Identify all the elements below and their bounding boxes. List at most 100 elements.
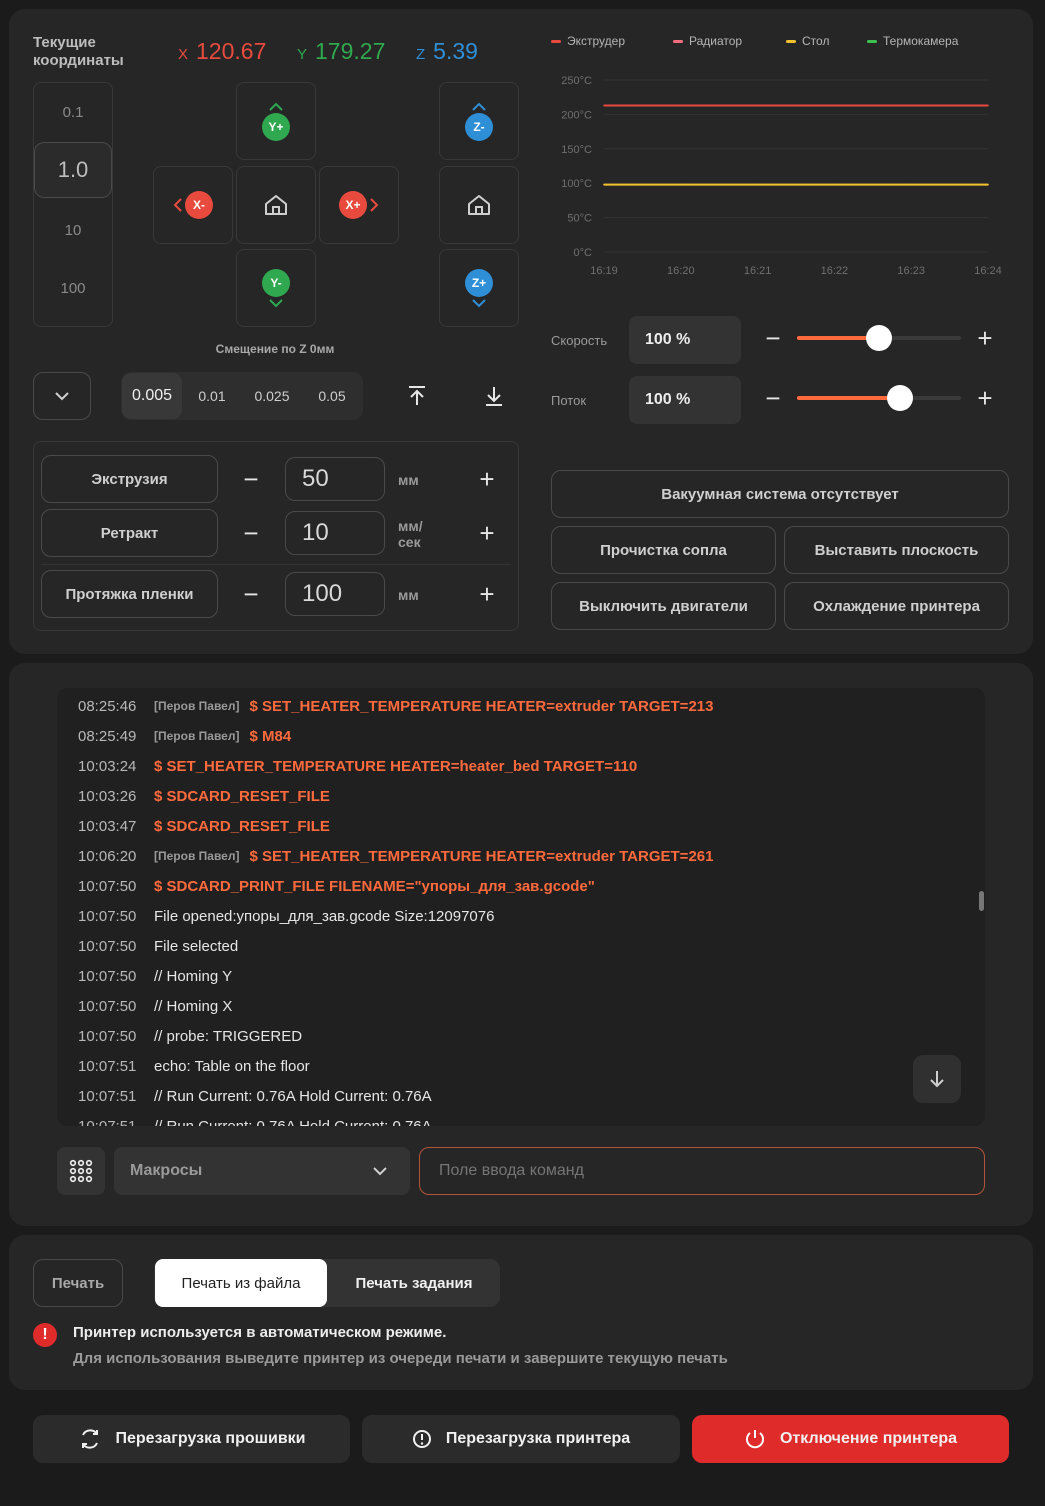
flow-slider[interactable] — [797, 385, 961, 411]
console-line-time: 10:03:26 — [78, 787, 137, 805]
chevron-right-icon — [370, 198, 379, 212]
film-feed-button[interactable]: Протяжка пленки — [41, 570, 218, 618]
printer-off-button[interactable]: Отключение принтера — [692, 1415, 1009, 1463]
chevron-up-icon — [269, 102, 283, 111]
jog-z-plus-button[interactable]: Z+ — [439, 249, 519, 327]
extrude-length-input[interactable]: 50 — [285, 457, 385, 501]
printer-cooling-button[interactable]: Охлаждение принтера — [784, 582, 1009, 630]
console-line-message: // Run Current: 0.76A Hold Current: 0.76… — [154, 1117, 432, 1127]
print-button[interactable]: Печать — [33, 1259, 123, 1307]
console-line-time: 10:07:50 — [78, 907, 137, 925]
printer-restart-button[interactable]: Перезагрузка принтера — [362, 1415, 680, 1463]
extrude-minus-button[interactable]: − — [239, 466, 263, 492]
nozzle-clean-button[interactable]: Прочистка сопла — [551, 526, 776, 574]
retract-speed-input[interactable]: 10 — [285, 511, 385, 555]
console-line: 08:25:46 [Перов Павел] $ SET_HEATER_TEMPER… — [78, 691, 713, 721]
step-option-0.1[interactable]: 0.1 — [34, 92, 112, 132]
macros-select[interactable]: Макросы — [114, 1147, 410, 1195]
home-xy-button[interactable] — [236, 166, 316, 244]
x-tick-label: 16:24 — [974, 265, 1002, 277]
jog-x-minus-button[interactable]: X- — [153, 166, 233, 244]
x-plus-badge: X+ — [339, 191, 367, 219]
home-z-button[interactable] — [439, 166, 519, 244]
y-plus-badge: Y+ — [262, 112, 290, 141]
speed-plus-button[interactable]: + — [973, 325, 997, 351]
jog-y-minus-button[interactable]: Y- — [236, 249, 316, 327]
x-minus-badge: X- — [185, 191, 213, 219]
series-point — [603, 183, 605, 186]
jog-x-plus-button[interactable]: X+ — [319, 166, 399, 244]
console-line: 08:25:49 [Перов Павел] $ M84 — [78, 721, 291, 751]
z-offset-up-button[interactable] — [403, 382, 431, 410]
film-feed-length-input[interactable]: 100 — [285, 572, 385, 616]
jog-y-plus-button[interactable]: Y+ — [236, 82, 316, 160]
speed-value[interactable]: 100 % — [629, 316, 741, 364]
arrow-down-icon — [930, 1071, 944, 1088]
z-value: 5.39 — [433, 38, 478, 64]
y-tick-label: 100°C — [561, 178, 592, 190]
extrude-unit: мм — [398, 472, 419, 488]
speed-slider[interactable] — [797, 325, 961, 351]
jog-z-minus-button[interactable]: Z- — [439, 82, 519, 160]
x-tick-label: 16:20 — [667, 265, 695, 277]
z-offset-step-0.05[interactable]: 0.05 — [304, 373, 360, 419]
y-tick-label: 250°C — [561, 75, 592, 87]
console-line-time: 10:06:20 — [78, 847, 137, 865]
retract-button[interactable]: Ретракт — [41, 509, 218, 557]
chevron-left-icon — [173, 198, 182, 212]
command-input[interactable] — [419, 1147, 985, 1195]
speed-minus-button[interactable]: − — [761, 325, 785, 351]
firmware-restart-button[interactable]: Перезагрузка прошивки — [33, 1415, 350, 1463]
console-line: 10:07:50 File opened:упоры_для_зав.gcode … — [78, 901, 494, 931]
film-feed-plus-button[interactable]: + — [475, 581, 499, 607]
console-scrollbar[interactable] — [979, 891, 984, 911]
z-offset-step-0.005[interactable]: 0.005 — [122, 373, 182, 419]
console-line: 10:07:50 // Homing Y — [78, 961, 232, 991]
console-log[interactable]: 08:25:46 [Перов Павел] $ SET_HEATER_TEMPER… — [57, 688, 985, 1126]
retract-unit: мм/ сек — [398, 518, 423, 550]
macros-grid-button[interactable] — [57, 1147, 105, 1195]
step-option-100[interactable]: 100 — [34, 268, 112, 308]
flow-value[interactable]: 100 % — [629, 376, 741, 424]
y-tick-label: 200°C — [561, 109, 592, 121]
series-point — [756, 104, 759, 107]
slider-thumb[interactable] — [887, 385, 914, 411]
console-line-message: // Homing Y — [154, 967, 233, 985]
flow-plus-button[interactable]: + — [973, 385, 997, 411]
z-offset-dropdown[interactable] — [33, 372, 91, 420]
scroll-to-bottom-button[interactable] — [913, 1055, 961, 1103]
tab-print-jobs[interactable]: Печать задания — [329, 1259, 499, 1307]
home-icon — [468, 195, 490, 215]
console-line-message: // Run Current: 0.76A Hold Current: 0.76… — [154, 1087, 432, 1105]
series-point — [833, 104, 836, 107]
console-line-command: $ SET_HEATER_TEMPERATURE HEATER=heater_b… — [154, 757, 638, 775]
motors-off-button[interactable]: Выключить двигатели — [551, 582, 776, 630]
retract-minus-button[interactable]: − — [239, 520, 263, 546]
z-offset-down-button[interactable] — [480, 382, 508, 410]
step-option-1.0[interactable]: 1.0 — [34, 142, 112, 198]
console-line-message: File opened:упоры_для_зав.gcode Size:120… — [154, 907, 495, 925]
z-offset-step-0.01[interactable]: 0.01 — [186, 373, 238, 419]
console-line-user: [Перов Павел] — [154, 849, 240, 863]
retract-plus-button[interactable]: + — [475, 520, 499, 546]
series-point — [910, 183, 912, 186]
vacuum-system-button[interactable]: Вакуумная система отсутствует — [551, 470, 1009, 518]
y-value: 179.27 — [315, 38, 386, 64]
console-line: 10:03:47 $ SDCARD_RESET_FILE — [78, 811, 330, 841]
coords-title: Текущие координаты — [33, 34, 124, 69]
extrude-plus-button[interactable]: + — [475, 466, 499, 492]
x-value: 120.67 — [196, 38, 267, 64]
tab-print-from-file[interactable]: Печать из файла — [155, 1259, 327, 1307]
chevron-down-icon — [55, 391, 69, 400]
z-offset-step-0.025[interactable]: 0.025 — [244, 373, 300, 419]
film-feed-minus-button[interactable]: − — [239, 581, 263, 607]
y-coordinate: Y 179.27 — [297, 38, 385, 65]
console-line: 10:03:24 $ SET_HEATER_TEMPERATURE HEATER=… — [78, 751, 637, 781]
console-line-message: File selected — [154, 937, 239, 955]
step-option-10[interactable]: 10 — [34, 210, 112, 250]
slider-thumb[interactable] — [866, 325, 892, 351]
extrude-button[interactable]: Экструзия — [41, 455, 218, 503]
level-bed-button[interactable]: Выставить плоскость — [784, 526, 1009, 574]
flow-minus-button[interactable]: − — [761, 385, 785, 411]
arrow-up-to-line-icon — [409, 386, 425, 405]
